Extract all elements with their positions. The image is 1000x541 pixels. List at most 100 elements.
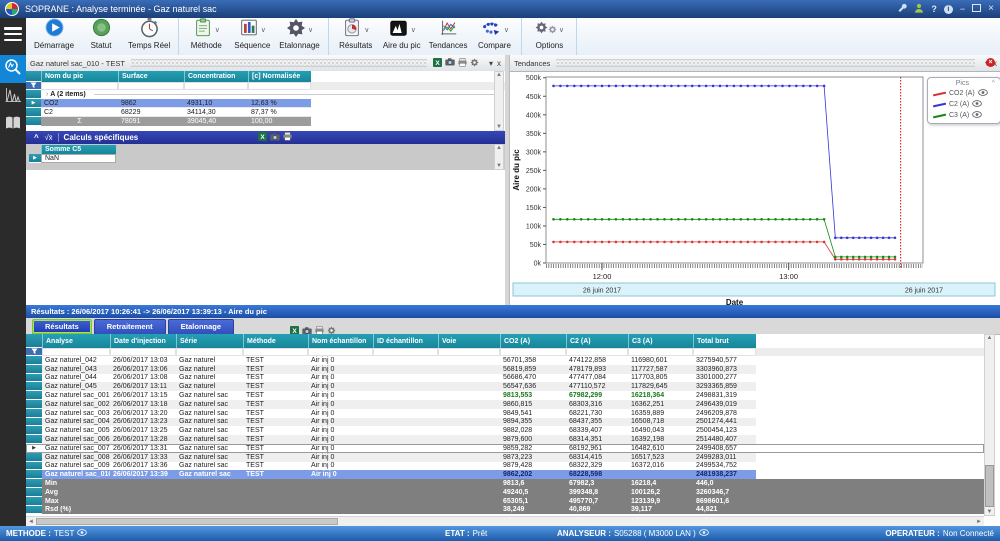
toolbar-button-s-quence[interactable]: ∨Séquence bbox=[229, 18, 275, 55]
eye-icon[interactable] bbox=[972, 111, 982, 120]
results-row[interactable]: Gaz naturel sac_00126/06/2017 13:15Gaz n… bbox=[26, 391, 984, 400]
results-column-header[interactable]: Méthode bbox=[243, 334, 308, 348]
results-row[interactable]: Gaz naturel sac_00226/06/2017 13:18Gaz n… bbox=[26, 400, 984, 409]
peaks-table-scrollbar[interactable]: ▲▼ bbox=[494, 71, 504, 131]
chevron-down-icon[interactable]: ∨ bbox=[364, 26, 369, 34]
results-column-header[interactable]: Voie bbox=[438, 334, 500, 348]
eye-icon[interactable] bbox=[978, 89, 988, 98]
sidebar-item-analysis-view[interactable] bbox=[0, 55, 26, 83]
legend-item-c2-a-[interactable]: C2 (A) bbox=[933, 99, 995, 110]
chevron-down-icon[interactable]: ∨ bbox=[308, 26, 313, 34]
printer-icon[interactable] bbox=[283, 132, 292, 143]
peak-row[interactable]: ▶CO298624931,1012,63 % bbox=[26, 99, 505, 108]
peaks-group-row[interactable]: › A (2 items) bbox=[26, 90, 505, 99]
results-filter-cell[interactable] bbox=[42, 348, 110, 356]
peaks-filter-cell[interactable] bbox=[184, 82, 248, 90]
eye-icon[interactable] bbox=[972, 100, 982, 109]
results-column-header[interactable]: Date d'injection bbox=[110, 334, 176, 348]
toolbar-button-d-marrage[interactable]: Démarrage bbox=[30, 18, 78, 55]
calc-column-header[interactable]: Somme C5 bbox=[41, 145, 116, 154]
analyzer-eye-icon[interactable] bbox=[699, 529, 709, 538]
user-icon[interactable] bbox=[914, 3, 924, 15]
results-column-header[interactable]: ID échantillon bbox=[373, 334, 438, 348]
toolbar-button-m-thode[interactable]: ∨Méthode bbox=[183, 18, 229, 55]
results-filter-cell[interactable] bbox=[566, 348, 628, 356]
minimize-icon[interactable]: − bbox=[960, 4, 965, 14]
chart-alert-close-icon[interactable]: × bbox=[986, 58, 995, 67]
calc-scrollbar[interactable]: ▲▼ bbox=[494, 144, 504, 170]
excel-icon[interactable]: X bbox=[433, 58, 442, 69]
results-row[interactable]: Gaz naturel sac_01026/06/2017 13:39Gaz n… bbox=[26, 470, 984, 479]
results-column-header[interactable]: C3 (A) bbox=[628, 334, 693, 348]
peaks-filter-cell[interactable] bbox=[248, 82, 311, 90]
results-row[interactable]: Gaz naturel sac_00926/06/2017 13:36Gaz n… bbox=[26, 462, 984, 471]
sidebar-item-chromatogram-view[interactable] bbox=[0, 83, 26, 111]
toolbar-button-compare[interactable]: ∨Compare bbox=[471, 18, 517, 55]
close-icon[interactable]: × bbox=[988, 4, 994, 14]
gear-small-icon[interactable] bbox=[470, 58, 479, 69]
results-vscrollbar[interactable]: ▲▼ bbox=[984, 334, 995, 516]
camera-icon[interactable] bbox=[270, 133, 280, 143]
results-filter-selector[interactable] bbox=[26, 348, 42, 356]
wrench-icon[interactable] bbox=[897, 3, 907, 15]
results-row[interactable]: Gaz naturel sac_00426/06/2017 13:23Gaz n… bbox=[26, 418, 984, 427]
maximize-icon[interactable] bbox=[972, 4, 981, 14]
results-column-header[interactable]: Série bbox=[176, 334, 243, 348]
peaks-column-header[interactable]: Nom du pic bbox=[41, 71, 118, 82]
chevron-down-icon[interactable]: ∨ bbox=[504, 26, 509, 34]
results-filter-cell[interactable] bbox=[693, 348, 756, 356]
results-row[interactable]: Gaz naturel sac_00626/06/2017 13:28Gaz n… bbox=[26, 435, 984, 444]
results-filter-cell[interactable] bbox=[243, 348, 308, 356]
peaks-filter-cell[interactable] bbox=[41, 82, 118, 90]
results-filter-cell[interactable] bbox=[628, 348, 693, 356]
peaks-column-header[interactable]: Surface bbox=[118, 71, 184, 82]
printer-icon[interactable] bbox=[458, 58, 467, 69]
results-filter-cell[interactable] bbox=[176, 348, 243, 356]
camera-icon[interactable] bbox=[445, 58, 455, 68]
toolbar-button-etalonnage[interactable]: ∨Etalonnage bbox=[275, 18, 323, 55]
help-icon[interactable]: ? bbox=[931, 4, 937, 14]
toolbar-button-options[interactable]: ∨Options bbox=[526, 18, 572, 55]
tab-résultats[interactable]: Résultats bbox=[32, 319, 92, 334]
tab-etalonnage[interactable]: Etalonnage bbox=[168, 319, 234, 334]
legend-item-co2-a-[interactable]: CO2 (A) bbox=[933, 88, 995, 99]
results-filter-cell[interactable] bbox=[110, 348, 176, 356]
results-row[interactable]: Gaz naturel sac_00526/06/2017 13:25Gaz n… bbox=[26, 426, 984, 435]
results-filter-cell[interactable] bbox=[438, 348, 500, 356]
legend-item-c3-a-[interactable]: C3 (A) bbox=[933, 110, 995, 121]
results-row[interactable]: Gaz naturel_04426/06/2017 13:08Gaz natur… bbox=[26, 374, 984, 383]
toolbar-button-temps-r-el[interactable]: Temps Réel bbox=[124, 18, 174, 55]
peaks-filter-cell[interactable] bbox=[118, 82, 184, 90]
results-column-header[interactable]: Analyse bbox=[42, 334, 110, 348]
peaks-filter-selector[interactable] bbox=[26, 82, 41, 90]
toolbar-button-tendances[interactable]: Tendances bbox=[425, 18, 472, 55]
peaks-column-header[interactable]: Concentration bbox=[184, 71, 248, 82]
results-row[interactable]: Gaz naturel_04226/06/2017 13:03Gaz natur… bbox=[26, 356, 984, 365]
peaks-close-icon[interactable]: x bbox=[497, 59, 501, 68]
results-column-header[interactable]: Total brut bbox=[693, 334, 756, 348]
results-row[interactable]: ▶Gaz naturel sac_00726/06/2017 13:31Gaz … bbox=[26, 444, 984, 453]
results-column-header[interactable]: Nom échantillon bbox=[308, 334, 373, 348]
results-hscrollbar[interactable]: ◄ ► bbox=[26, 516, 984, 526]
legend-collapse-icon[interactable]: ^ bbox=[992, 80, 995, 87]
results-filter-cell[interactable] bbox=[373, 348, 438, 356]
results-row[interactable]: Gaz naturel_04326/06/2017 13:06Gaz natur… bbox=[26, 365, 984, 374]
calc-row-selector[interactable]: ▶ bbox=[29, 154, 41, 163]
sidebar-item-library-view[interactable] bbox=[0, 111, 26, 139]
menu-hamburger-icon[interactable] bbox=[4, 27, 22, 41]
chevron-down-icon[interactable]: ∨ bbox=[261, 26, 266, 34]
tab-retraitement[interactable]: Retraitement bbox=[94, 319, 166, 334]
toolbar-button-r-sultats[interactable]: ∨Résultats bbox=[333, 18, 379, 55]
results-row[interactable]: Gaz naturel sac_00326/06/2017 13:20Gaz n… bbox=[26, 409, 984, 418]
peak-row[interactable]: C26822934114,3087,37 % bbox=[26, 108, 505, 117]
peaks-collapse-icon[interactable]: ▾ bbox=[489, 59, 493, 68]
chevron-down-icon[interactable]: ∨ bbox=[411, 26, 416, 34]
results-column-header[interactable]: C2 (A) bbox=[566, 334, 628, 348]
results-row[interactable]: Gaz naturel sac_00826/06/2017 13:33Gaz n… bbox=[26, 453, 984, 462]
results-column-header[interactable]: CO2 (A) bbox=[500, 334, 566, 348]
excel-icon[interactable]: X bbox=[258, 132, 267, 143]
calc-collapse-icon[interactable]: ^ bbox=[34, 133, 39, 142]
peaks-column-header[interactable]: [c] Normalisée bbox=[248, 71, 311, 82]
results-row[interactable]: Gaz naturel_04526/06/2017 13:11Gaz natur… bbox=[26, 382, 984, 391]
info-icon[interactable]: i bbox=[944, 5, 953, 14]
